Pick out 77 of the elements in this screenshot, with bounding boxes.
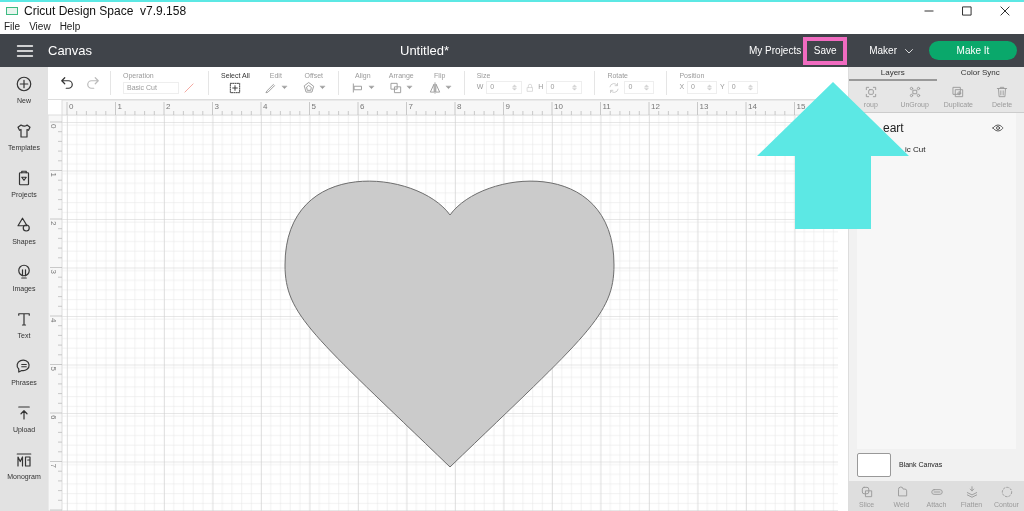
ruler-number: 11 — [602, 102, 611, 111]
caret-icon — [367, 84, 375, 91]
eye-icon[interactable] — [992, 122, 1004, 134]
caret-icon — [406, 84, 414, 91]
caret-icon — [280, 84, 288, 91]
flatten-icon — [964, 484, 979, 499]
rotate-icon — [607, 80, 622, 95]
save-button[interactable]: Save — [803, 36, 848, 65]
projects-link[interactable]: My Projects — [748, 43, 802, 58]
caret-icon — [444, 84, 452, 91]
shirt-icon — [15, 122, 33, 140]
ruler-number: 10 — [554, 102, 563, 111]
canvas-swatch[interactable] — [857, 453, 891, 477]
machine-dropdown[interactable]: Maker — [869, 43, 915, 58]
flip-icon[interactable] — [427, 80, 442, 95]
plus-circle-icon — [15, 75, 33, 93]
panel-tab[interactable]: Color Sync — [936, 67, 1024, 81]
ruler-number: 7 — [49, 463, 58, 468]
ruler-number: 3 — [49, 269, 58, 274]
menu-item[interactable]: Help — [59, 22, 81, 32]
ruler-number: 0 — [49, 124, 58, 129]
redo-icon[interactable] — [84, 74, 102, 92]
ruler-number: 8 — [457, 102, 462, 111]
ruler-number: 14 — [748, 102, 757, 111]
window-title: Cricut Design Space v7.9.158 — [24, 3, 187, 20]
stepper-icon — [511, 83, 519, 92]
menu-item[interactable]: View — [29, 22, 51, 32]
ruler-number: 13 — [699, 102, 709, 111]
page-title: Canvas — [48, 41, 93, 60]
maximize-icon[interactable] — [960, 4, 974, 18]
ruler-number: 1 — [117, 102, 122, 111]
ruler-number: 4 — [263, 102, 268, 111]
layer-operation: ic Cut — [905, 144, 927, 156]
shapes-icon — [15, 216, 33, 234]
speech-bubble-icon — [15, 357, 33, 375]
document-title: Untitled* — [400, 41, 450, 60]
ruler-number: 1 — [49, 172, 58, 177]
upload-icon — [15, 404, 33, 422]
ruler-number: 5 — [311, 102, 316, 111]
duplicate-icon — [951, 85, 966, 99]
layers-icon[interactable] — [389, 80, 404, 95]
stepper-icon — [746, 83, 754, 92]
ruler-number: 6 — [49, 415, 58, 420]
monogram-icon — [15, 451, 33, 469]
stepper-icon — [706, 83, 714, 92]
ruler-number: 6 — [360, 102, 365, 111]
ruler-number: 2 — [166, 102, 171, 111]
caret-icon — [318, 84, 326, 91]
group-icon — [863, 85, 878, 99]
app-icon — [6, 7, 18, 15]
layer-name: eart — [883, 120, 904, 137]
slice-icon — [859, 484, 874, 499]
align-icon[interactable] — [350, 80, 365, 95]
select-all-icon[interactable] — [228, 80, 243, 95]
undo-icon[interactable] — [58, 74, 76, 92]
lock-icon — [525, 82, 536, 93]
text-icon — [15, 310, 33, 328]
ungroup-icon — [907, 85, 922, 99]
pen-line-icon[interactable] — [182, 80, 196, 95]
ruler-number: 15 — [796, 102, 806, 111]
close-icon[interactable] — [998, 4, 1012, 18]
ruler-number: 0 — [69, 102, 74, 111]
balloon-icon — [15, 263, 33, 281]
contour-icon — [999, 484, 1014, 499]
stepper-icon — [643, 83, 651, 92]
ruler-number: 3 — [214, 102, 219, 111]
ruler-number: 2 — [49, 221, 58, 226]
ruler-number: 7 — [408, 102, 413, 111]
pentagon-icon[interactable] — [301, 80, 316, 95]
menu-item[interactable]: File — [4, 22, 21, 32]
trash-icon — [995, 85, 1010, 99]
ruler-number: 4 — [49, 318, 58, 323]
ruler-number: 5 — [49, 366, 58, 371]
ruler-number: 9 — [505, 102, 510, 111]
stepper-icon — [571, 83, 579, 92]
ruler-number: 12 — [651, 102, 660, 111]
heart-shape[interactable] — [284, 180, 615, 468]
